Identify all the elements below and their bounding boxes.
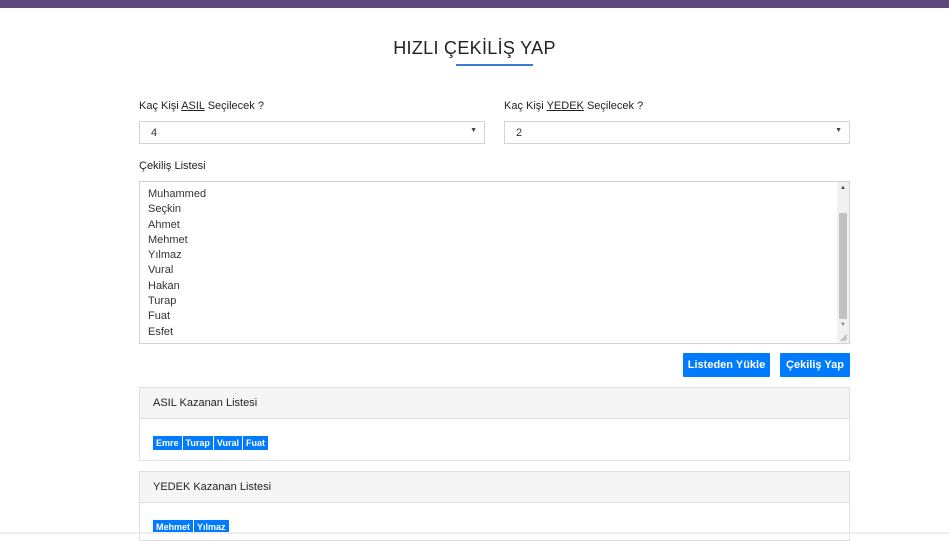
yedek-count-label: Kaç Kişi YEDEK Seçilecek ? [504, 100, 643, 112]
asil-winners-title: ASIL Kazanan Listesi [140, 388, 849, 419]
top-bar [0, 0, 949, 8]
yedek-select-value: 2 [516, 127, 523, 139]
scroll-up-icon[interactable]: ▲ [837, 185, 849, 191]
list-name-item: Turap [148, 295, 177, 308]
list-name-item: Yılmaz [148, 249, 182, 262]
draw-button[interactable]: Çekiliş Yap [780, 353, 850, 377]
yedek-winners-title: YEDEK Kazanan Listesi [140, 472, 849, 503]
textarea-scrollbar[interactable]: ▲ ▼ [837, 182, 849, 343]
list-label: Çekiliş Listesi [139, 160, 206, 172]
list-name-item: Mehmet [148, 233, 188, 246]
yedek-count-select[interactable]: 2 ▼ [504, 121, 850, 144]
dropdown-arrow-icon: ▼ [470, 127, 477, 134]
asil-winner-badges: Emre Turap Vural Fuat [140, 419, 849, 451]
asil-count-label: Kaç Kişi ASIL Seçilecek ? [139, 100, 264, 112]
winner-badge: Turap [182, 436, 213, 450]
winner-badge: Fuat [243, 436, 269, 450]
asil-label-suffix: Seçilecek ? [204, 100, 264, 112]
winner-badge: Emre [153, 436, 182, 450]
asil-label-underlined: ASIL [181, 100, 205, 112]
yedek-label-prefix: Kaç Kişi [504, 100, 547, 112]
list-name-item: Muhammed [148, 188, 207, 200]
asil-select-value: 4 [151, 127, 158, 139]
title-underline [456, 64, 533, 66]
list-name-item: Ahmet [148, 218, 180, 231]
asil-winners-panel: ASIL Kazanan Listesi Emre Turap Vural Fuat [139, 387, 850, 461]
list-name-item: Hakan [148, 279, 180, 292]
scroll-thumb[interactable] [839, 213, 847, 319]
participant-list-textarea[interactable]: Muhammed Seçkin Ahmet Mehmet Yılmaz Vural Haka… [139, 181, 850, 344]
list-name-item: Seçkin [148, 203, 182, 216]
resize-handle-icon[interactable] [840, 334, 848, 342]
yedek-winners-panel: YEDEK Kazanan Listesi Mehmet Yılmaz [139, 471, 850, 541]
page-title: HIZLI ÇEKİLİŞ YAP [393, 38, 556, 58]
yedek-winner-badges: Mehmet Yılmaz [140, 503, 849, 535]
yedek-label-underlined: YEDEK [546, 100, 584, 112]
list-name-item: Fuat [148, 310, 171, 323]
scroll-down-icon[interactable]: ▼ [837, 322, 849, 328]
winner-badge: Vural [213, 436, 243, 450]
asil-count-select[interactable]: 4 ▼ [139, 121, 485, 144]
yedek-label-suffix: Seçilecek ? [583, 100, 644, 112]
participant-names: Muhammed Seçkin Ahmet Mehmet Yılmaz Vural Haka… [148, 187, 206, 340]
list-name-item: Vural [148, 264, 174, 277]
dropdown-arrow-icon: ▼ [835, 127, 842, 134]
load-from-list-button[interactable]: Listeden Yükle [683, 353, 770, 377]
asil-label-prefix: Kaç Kişi [139, 100, 182, 112]
list-name-item: Esfet [148, 325, 174, 338]
